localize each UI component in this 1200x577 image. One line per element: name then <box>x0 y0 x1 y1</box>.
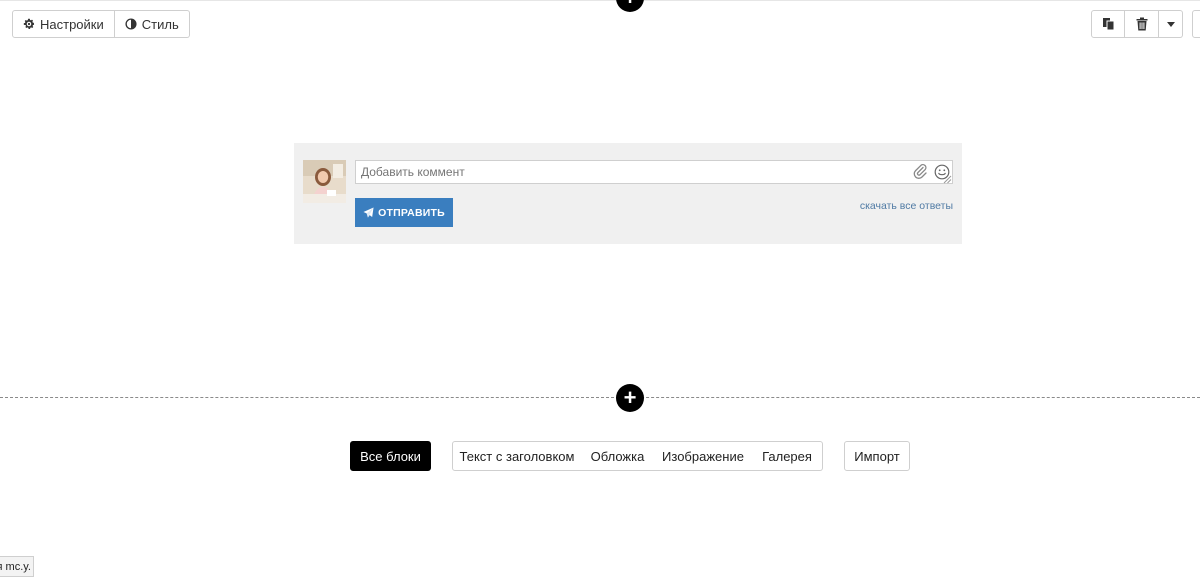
settings-label: Настройки <box>40 16 104 32</box>
import-button[interactable]: Импорт <box>844 441 910 471</box>
style-button[interactable]: Стиль <box>114 10 190 38</box>
status-bar-text: я mc.y. <box>0 560 31 573</box>
gear-icon <box>23 18 35 29</box>
tab-image[interactable]: Изображение <box>654 441 753 471</box>
comment-input[interactable] <box>355 160 953 184</box>
comment-widget: ОТПРАВИТЬ скачать все ответы <box>294 143 962 244</box>
tab-gallery[interactable]: Галерея <box>752 441 823 471</box>
block-settings-toolbar: Настройки Стиль <box>12 10 190 38</box>
resize-handle-icon[interactable] <box>943 175 952 184</box>
more-actions-button[interactable] <box>1159 10 1183 38</box>
send-label: ОТПРАВИТЬ <box>378 206 445 219</box>
trash-icon <box>1136 17 1147 31</box>
contrast-icon <box>125 18 137 30</box>
avatar <box>303 160 346 203</box>
settings-button[interactable]: Настройки <box>12 10 115 38</box>
add-block-icon[interactable]: + <box>616 384 644 412</box>
caret-down-icon <box>1166 21 1175 27</box>
tab-text-with-heading[interactable]: Текст с заголовком <box>452 441 582 471</box>
top-border <box>0 0 1200 1</box>
delete-button[interactable] <box>1125 10 1159 38</box>
block-actions-toolbar <box>1091 10 1183 38</box>
duplicate-button[interactable] <box>1091 10 1125 38</box>
tab-all-blocks[interactable]: Все блоки <box>350 441 431 471</box>
edge-toolbar-button[interactable] <box>1192 10 1200 38</box>
duplicate-icon <box>1102 18 1114 31</box>
add-block-top-icon[interactable]: + <box>616 0 644 12</box>
style-label: Стиль <box>141 16 179 32</box>
send-button[interactable]: ОТПРАВИТЬ <box>355 198 453 227</box>
block-divider <box>0 397 1200 398</box>
download-all-answers-link[interactable]: скачать все ответы <box>860 200 953 212</box>
user-photo-icon <box>303 160 346 203</box>
status-bar-url: я mc.y. <box>0 556 34 577</box>
paper-plane-icon <box>363 207 374 218</box>
tab-cover[interactable]: Обложка <box>581 441 655 471</box>
paperclip-icon[interactable] <box>912 163 928 179</box>
